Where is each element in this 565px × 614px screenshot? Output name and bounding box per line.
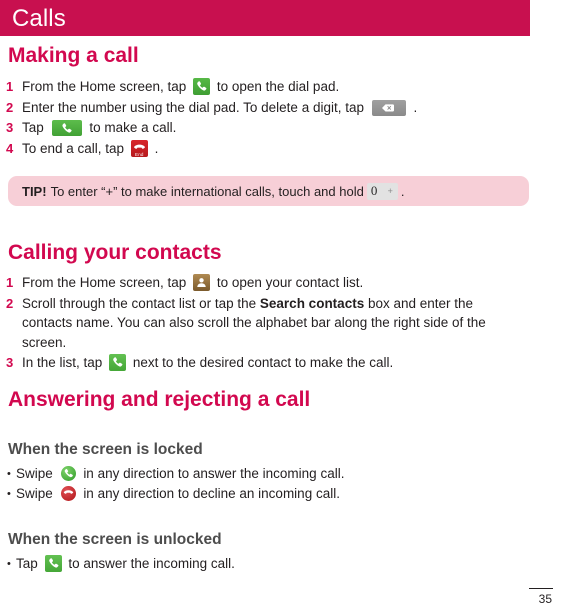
tip-text-after: . — [400, 183, 405, 199]
step-number: 3 — [6, 355, 14, 370]
step-number: 4 — [6, 140, 14, 156]
dial-pad-icon — [193, 78, 211, 95]
answer-call-square-icon — [44, 555, 62, 572]
bullet-marker: • — [7, 558, 11, 570]
step-number: 2 — [6, 295, 14, 311]
step-text: To end a call, tap End . — [22, 139, 540, 159]
footer-divider — [529, 588, 553, 589]
list-item-text-after: to answer the incoming call. — [68, 556, 235, 571]
list-item-text: Tap to answer the incoming call. — [16, 554, 540, 574]
step-text-after: . — [413, 99, 418, 115]
list-item-text: Swipe in any direction to decline an inc… — [16, 484, 540, 504]
step-item: 1 From the Home screen, tap to open your… — [0, 273, 540, 293]
step-item: 3 Tap to make a call. — [0, 118, 540, 138]
step-text: From the Home screen, tap to open the di… — [22, 77, 540, 97]
step-text-before: To end a call, tap — [22, 140, 125, 156]
end-call-icon: End — [130, 139, 148, 157]
step-text-after: . — [154, 140, 159, 156]
step-text: Scroll through the contact list or tap t… — [22, 294, 540, 353]
bullet-marker: • — [7, 488, 11, 500]
step-number: 1 — [6, 79, 14, 94]
delete-key-icon — [371, 99, 406, 116]
contacts-icon — [193, 274, 211, 291]
tip-callout: TIP! To enter “+” to make international … — [8, 176, 529, 206]
zero-key-symbol: + — [387, 185, 393, 196]
zero-plus-key-icon: 0 + — [366, 182, 398, 200]
list-item: • Tap to answer the incoming call. — [0, 554, 540, 574]
step-item: 3 In the list, tap next to the desired c… — [0, 353, 540, 373]
bullet-marker: • — [7, 468, 11, 480]
list-item-text-before: Tap — [16, 556, 38, 571]
step-text-before: Tap — [22, 120, 44, 135]
decline-call-circle-icon — [60, 486, 76, 501]
section-heading-answering-and-rejecting: Answering and rejecting a call — [8, 388, 311, 411]
step-number: 1 — [6, 275, 14, 290]
step-item: 2 Enter the number using the dial pad. T… — [0, 98, 540, 118]
section-heading-making-a-call: Making a call — [8, 44, 139, 67]
bullet-list-when-locked: • Swipe in any direction to answer the i… — [0, 464, 540, 504]
step-text-before: From the Home screen, tap — [22, 79, 187, 94]
list-item-text-before: Swipe — [16, 466, 53, 481]
call-button-icon — [51, 120, 82, 136]
search-contacts-emphasis: Search contacts — [259, 295, 365, 311]
step-text-after: next to the desired contact to make the … — [132, 355, 394, 370]
list-item-text: Swipe in any direction to answer the inc… — [16, 464, 540, 484]
end-call-icon-label: End — [135, 151, 144, 157]
step-text-before: Scroll through the contact list or tap t… — [22, 295, 257, 311]
page-title: Calls — [12, 5, 66, 32]
step-item: 2 Scroll through the contact list or tap… — [0, 294, 540, 353]
step-number: 2 — [6, 99, 14, 115]
step-item: 4 To end a call, tap End . — [0, 139, 540, 159]
step-text-before: In the list, tap — [22, 355, 103, 370]
list-item-text-after: in any direction to decline an incoming … — [83, 486, 340, 501]
step-text-after: to make a call. — [89, 120, 177, 135]
tip-label: TIP! — [22, 183, 47, 199]
list-item: • Swipe in any direction to decline an i… — [0, 484, 540, 504]
page-number: 35 — [538, 592, 552, 606]
list-item-text-after: in any direction to answer the incoming … — [83, 466, 345, 481]
step-text: Tap to make a call. — [22, 118, 540, 138]
step-text: Enter the number using the dial pad. To … — [22, 98, 540, 118]
step-text-after: to open the dial pad. — [216, 79, 340, 94]
zero-key-digit: 0 — [370, 182, 378, 198]
step-item: 1 From the Home screen, tap to open the … — [0, 77, 540, 97]
step-text: From the Home screen, tap to open your c… — [22, 273, 540, 293]
subheading-when-screen-locked: When the screen is locked — [8, 441, 203, 458]
step-text-before: From the Home screen, tap — [22, 275, 187, 290]
step-list-making-a-call: 1 From the Home screen, tap to open the … — [0, 77, 540, 159]
step-number: 3 — [6, 120, 14, 135]
contact-call-icon — [109, 354, 127, 371]
bullet-list-when-unlocked: • Tap to answer the incoming call. — [0, 554, 540, 574]
list-item-text-before: Swipe — [16, 486, 53, 501]
list-item: • Swipe in any direction to answer the i… — [0, 464, 540, 484]
step-text-after: to open your contact list. — [216, 275, 364, 290]
answer-call-circle-icon — [60, 466, 76, 481]
step-list-calling-your-contacts: 1 From the Home screen, tap to open your… — [0, 273, 540, 374]
subheading-when-screen-unlocked: When the screen is unlocked — [8, 531, 222, 548]
tip-text-before: To enter “+” to make international calls… — [50, 183, 364, 199]
section-heading-calling-your-contacts: Calling your contacts — [8, 241, 222, 264]
step-text: In the list, tap next to the desired con… — [22, 353, 540, 373]
page-header-bar — [0, 0, 530, 36]
step-text-before: Enter the number using the dial pad. To … — [22, 99, 364, 115]
